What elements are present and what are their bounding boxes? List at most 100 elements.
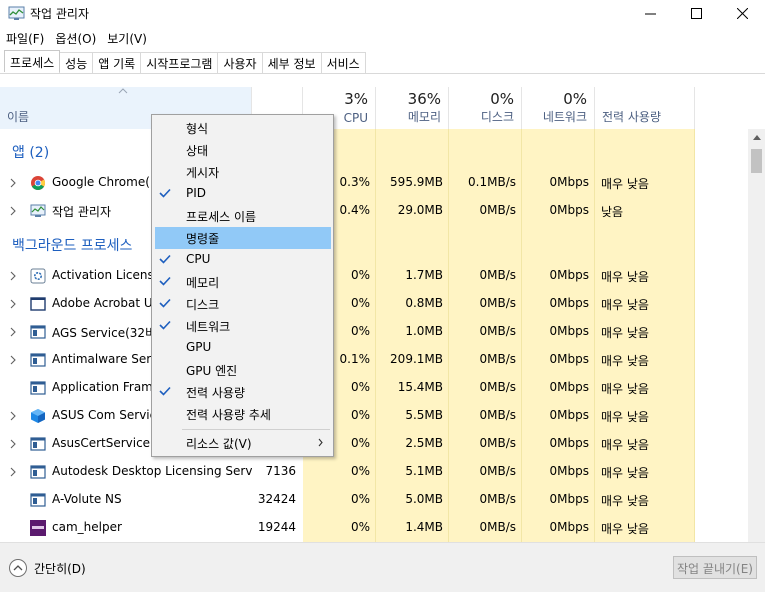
vertical-scrollbar[interactable] (748, 129, 765, 542)
checkmark-icon (159, 188, 171, 198)
column-header: 이름 3% CPU 36% 메모리 0% 디스크 0% 네트워크 전력 사용량 (0, 87, 765, 129)
process-name: Activation Licensin (52, 268, 152, 282)
menu-separator (182, 429, 330, 430)
service-icon (30, 437, 46, 451)
menu-item-power-usage[interactable]: 전력 사용량 (155, 381, 331, 403)
expand-icon[interactable] (10, 178, 16, 188)
table-row[interactable]: Autodesk Desktop Licensing Servi... 7136… (0, 458, 748, 486)
maximize-icon (690, 8, 702, 19)
expand-icon[interactable] (10, 299, 16, 309)
scroll-up-icon[interactable] (753, 135, 761, 140)
memory-value: 15.4MB (397, 380, 443, 394)
menu-item-label: 게시자 (186, 166, 220, 180)
menu-item-network[interactable]: 네트워크 (155, 315, 331, 337)
collapse-button[interactable]: 간단히(D) (34, 560, 86, 577)
tab-users[interactable]: 사용자 (217, 52, 263, 73)
menu-item-label: GPU (186, 340, 212, 354)
group-apps[interactable]: 앱 (2) (0, 138, 748, 166)
tab-processes[interactable]: 프로세스 (4, 50, 61, 72)
expand-icon[interactable] (10, 327, 16, 337)
task-manager-icon (8, 6, 25, 20)
tab-performance[interactable]: 성능 (59, 52, 94, 73)
tab-details[interactable]: 세부 정보 (261, 52, 322, 73)
process-name: Adobe Acrobat Up (52, 296, 152, 310)
menu-item-gpu-engine[interactable]: GPU 엔진 (155, 359, 331, 381)
tab-app-history[interactable]: 앱 기록 (92, 52, 142, 73)
nzxt-icon (30, 520, 46, 536)
process-name: AsusCertService.ex (52, 436, 152, 450)
table-row[interactable]: ASUS Com Service 0% 5.5MB 0MB/s 0Mbps 매우… (0, 402, 748, 430)
menu-item-label: 네트워크 (186, 320, 231, 334)
disk-value: 0MB/s (479, 324, 516, 338)
menu-item-label: CPU (186, 252, 211, 266)
footer: 간단히(D) 작업 끝내기(E) (0, 542, 765, 592)
menu-view[interactable]: 보기(V) (101, 27, 152, 49)
table-row[interactable]: AGS Service(32비트 0% 1.0MB 0MB/s 0Mbps 매우… (0, 318, 748, 346)
menu-file[interactable]: 파일(F) (0, 27, 49, 49)
menu-item-pid[interactable]: PID (155, 183, 331, 205)
service-icon (30, 381, 46, 395)
pid-value: 7136 (265, 464, 296, 478)
title-bar: 작업 관리자 (0, 0, 765, 27)
tab-startup[interactable]: 시작프로그램 (140, 52, 219, 73)
expand-icon[interactable] (10, 411, 16, 421)
power-value: 매우 낮음 (601, 466, 649, 480)
group-background[interactable]: 백그라운드 프로세스 (0, 231, 748, 259)
end-task-button[interactable]: 작업 끝내기(E) (673, 556, 757, 579)
table-row[interactable]: Google Chrome(14 0.3% 595.9MB 0.1MB/s 0M… (0, 169, 748, 197)
table-row[interactable]: Activation Licensin 0% 1.7MB 0MB/s 0Mbps… (0, 262, 748, 290)
expand-icon[interactable] (10, 206, 16, 216)
table-row[interactable]: 작업 관리자 0.4% 29.0MB 0MB/s 0Mbps 낮음 (0, 197, 748, 225)
expand-icon[interactable] (10, 271, 16, 281)
menu-item-memory[interactable]: 메모리 (155, 271, 331, 293)
cpu-value: 0% (350, 464, 370, 478)
menu-item-gpu[interactable]: GPU (155, 337, 331, 359)
maximize-button[interactable] (673, 0, 719, 27)
column-memory[interactable]: 36% 메모리 (376, 87, 449, 129)
disk-value: 0MB/s (479, 296, 516, 310)
menu-item-type[interactable]: 형식 (155, 117, 331, 139)
power-value: 매우 낮음 (601, 298, 649, 312)
menu-item-status[interactable]: 상태 (155, 139, 331, 161)
column-power[interactable]: 전력 사용량 (595, 87, 695, 129)
network-value: 0Mbps (549, 324, 589, 338)
menu-options[interactable]: 옵션(O) (49, 27, 101, 49)
scrollbar-thumb[interactable] (751, 149, 762, 173)
expand-icon[interactable] (10, 467, 16, 477)
menu-item-label: 프로세스 이름 (186, 210, 257, 224)
menu-item-label: PID (186, 186, 207, 200)
table-row[interactable]: cam_helper 19244 0% 1.4MB 0MB/s 0Mbps 매우… (0, 514, 748, 542)
table-row[interactable]: Antimalware Servic 0.1% 209.1MB 0MB/s 0M… (0, 346, 748, 374)
menu-item-cpu[interactable]: CPU (155, 249, 331, 271)
memory-value: 1.7MB (405, 268, 443, 282)
menu-item-power-trend[interactable]: 전력 사용량 추세 (155, 403, 331, 425)
network-value: 0Mbps (549, 464, 589, 478)
tab-services[interactable]: 서비스 (320, 52, 366, 73)
table-row[interactable]: Adobe Acrobat Up 0% 0.8MB 0MB/s 0Mbps 매우… (0, 290, 748, 318)
close-button[interactable] (719, 0, 765, 27)
menu-item-label: 디스크 (186, 298, 220, 312)
column-network[interactable]: 0% 네트워크 (522, 87, 595, 129)
menu-item-process-name[interactable]: 프로세스 이름 (155, 205, 331, 227)
menu-item-resource-values[interactable]: 리소스 값(V) (155, 432, 331, 454)
table-row[interactable]: AsusCertService.ex 0% 2.5MB 0MB/s 0Mbps … (0, 430, 748, 458)
pid-value: 19244 (257, 520, 296, 534)
power-value: 매우 낮음 (601, 410, 649, 424)
table-row[interactable]: Application Frame 0% 15.4MB 0MB/s 0Mbps … (0, 374, 748, 402)
menu-item-command-line[interactable]: 명령줄 (155, 227, 331, 249)
table-row[interactable]: A-Volute NS 32424 0% 5.0MB 0MB/s 0Mbps 매… (0, 486, 748, 514)
column-disk[interactable]: 0% 디스크 (449, 87, 522, 129)
pid-value: 32424 (257, 492, 296, 506)
expand-icon[interactable] (10, 439, 16, 449)
memory-value: 5.0MB (405, 492, 443, 506)
minimize-button[interactable] (627, 0, 673, 27)
collapse-icon[interactable] (8, 558, 28, 578)
disk-value: 0MB/s (479, 352, 516, 366)
menu-item-disk[interactable]: 디스크 (155, 293, 331, 315)
network-value: 0Mbps (549, 352, 589, 366)
expand-icon[interactable] (10, 355, 16, 365)
menu-item-publisher[interactable]: 게시자 (155, 161, 331, 183)
checkmark-icon (159, 320, 171, 330)
menu-item-label: 명령줄 (186, 232, 220, 246)
power-value: 매우 낮음 (601, 382, 649, 396)
